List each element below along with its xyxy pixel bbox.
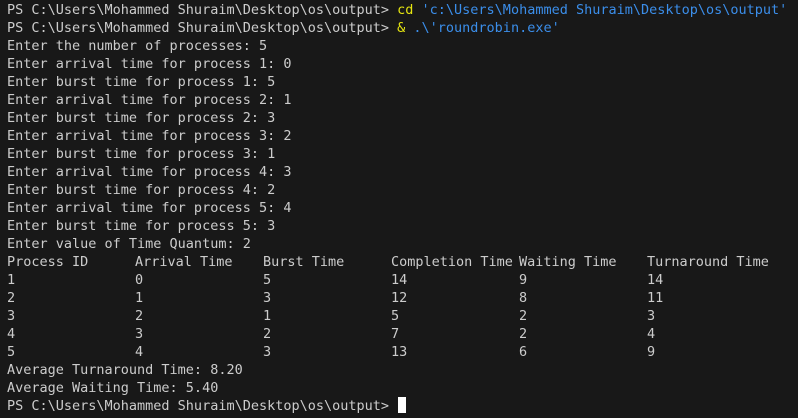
average-waiting-line: Average Waiting Time: 5.40 [7,380,219,396]
table-header-cell: Process ID [7,254,89,270]
table-cell: 5 [391,308,400,324]
table-cell: 8 [519,290,528,306]
output-line: Enter the number of processes: 5 [7,38,268,54]
table-cell: 14 [391,272,408,288]
table-cell: 3 [647,308,656,324]
output-line: Enter arrival time for process 5: 4 [7,200,292,216]
output-line: Enter value of Time Quantum: 2 [7,236,251,252]
output-line: Enter arrival time for process 3: 2 [7,128,292,144]
table-cell: 12 [391,290,408,306]
command-line-cd: PS C:\Users\Mohammed Shuraim\Desktop\os\… [7,1,787,19]
table-cell: 1 [7,272,16,288]
table-cell: 3 [263,290,272,306]
prompt: PS C:\Users\Mohammed Shuraim\Desktop\os\… [7,20,398,36]
output-line: Enter burst time for process 2: 3 [7,110,276,126]
table-cell: 11 [647,290,664,306]
table-cell: 14 [647,272,664,288]
table-cell: 4 [135,344,144,360]
call-operator: & [397,20,414,36]
table-cell: 0 [135,272,144,288]
table-cell: 1 [135,290,144,306]
table-row: 4 3 2 7 2 4 [7,325,655,343]
command-argument: 'c:\Users\Mohammed Shuraim\Desktop\os\ou… [413,2,788,18]
table-cell: 2 [7,290,16,306]
table-cell: 5 [263,272,272,288]
table-header-cell: Completion Time [391,254,513,270]
command-argument: .\'roundrobin.exe' [413,20,560,36]
output-line: Enter burst time for process 5: 3 [7,218,276,234]
table-cell: 2 [519,326,528,342]
command-line-run: PS C:\Users\Mohammed Shuraim\Desktop\os\… [7,19,560,37]
output-line: Enter arrival time for process 1: 0 [7,56,292,72]
table-row: 2 1 3 12 8 11 [7,289,663,307]
table-cell: 4 [647,326,656,342]
table-cell: 4 [7,326,16,342]
terminal-window[interactable]: PS C:\Users\Mohammed Shuraim\Desktop\os\… [0,0,798,418]
table-header-cell: Waiting Time [519,254,617,270]
output-line: Enter arrival time for process 2: 1 [7,92,292,108]
table-cell: 9 [519,272,528,288]
table-cell: 1 [263,308,272,324]
table-cell: 3 [7,308,16,324]
cursor-block [398,397,407,413]
table-cell: 9 [647,344,656,360]
output-line: Enter arrival time for process 4: 3 [7,164,292,180]
average-turnaround-line: Average Turnaround Time: 8.20 [7,362,243,378]
table-cell: 6 [519,344,528,360]
table-cell: 2 [263,326,272,342]
table-header-cell: Turnaround Time [647,254,769,270]
command-keyword: cd [397,2,414,18]
table-cell: 7 [391,326,400,342]
prompt: PS C:\Users\Mohammed Shuraim\Desktop\os\… [7,2,398,18]
table-cell: 2 [519,308,528,324]
prompt: PS C:\Users\Mohammed Shuraim\Desktop\os\… [7,398,398,414]
table-header-cell: Arrival Time [135,254,233,270]
table-cell: 5 [7,344,16,360]
output-line: Enter burst time for process 3: 1 [7,146,276,162]
output-line: Enter burst time for process 4: 2 [7,182,276,198]
table-cell: 3 [135,326,144,342]
output-line: Enter burst time for process 1: 5 [7,74,276,90]
table-row: 1 0 5 14 9 14 [7,271,663,289]
table-cell: 13 [391,344,408,360]
table-header-row: Process ID Arrival Time Burst Time Compl… [7,253,769,271]
table-cell: 3 [263,344,272,360]
current-prompt-line[interactable]: PS C:\Users\Mohammed Shuraim\Desktop\os\… [7,397,407,415]
table-row: 3 2 1 5 2 3 [7,307,655,325]
table-header-cell: Burst Time [263,254,345,270]
table-cell: 2 [135,308,144,324]
table-row: 5 4 3 13 6 9 [7,343,655,361]
